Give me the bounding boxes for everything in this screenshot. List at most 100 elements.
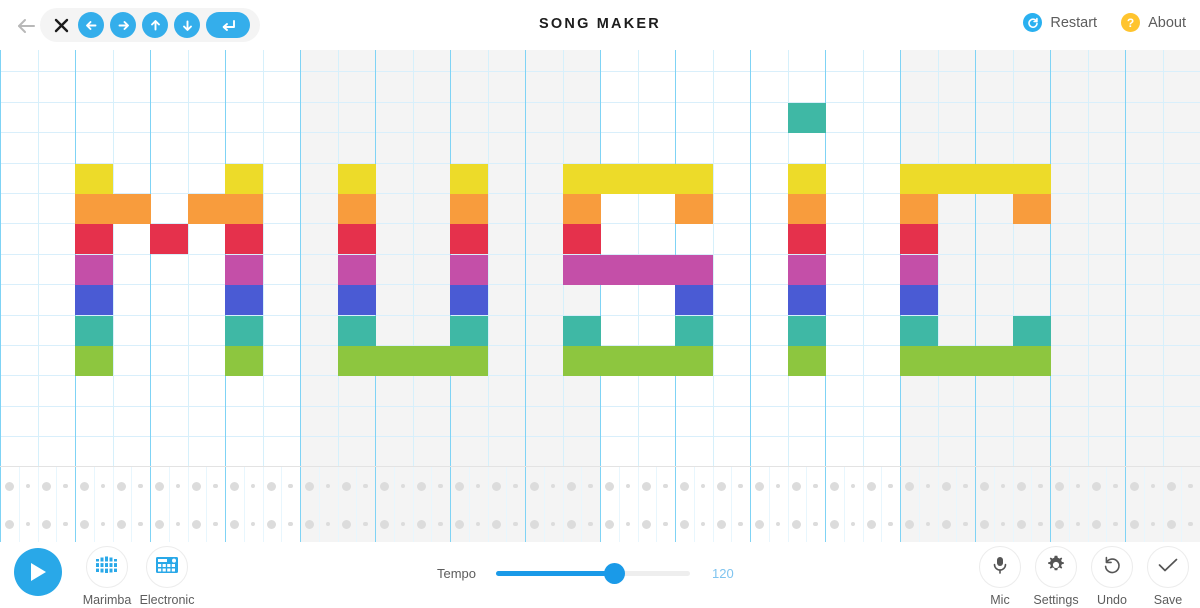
- percussion-cell-dot[interactable]: [513, 483, 518, 489]
- percussion-cell-dot[interactable]: [454, 519, 464, 529]
- percussion-cell-dot[interactable]: [738, 521, 743, 527]
- percussion-cell-dot[interactable]: [363, 521, 368, 527]
- note-cell[interactable]: [450, 285, 488, 315]
- percussion-cell-dot[interactable]: [738, 483, 743, 489]
- note-cell[interactable]: [75, 285, 113, 315]
- note-cell[interactable]: [675, 346, 713, 376]
- percussion-cell-dot[interactable]: [700, 521, 706, 527]
- note-cell[interactable]: [675, 194, 713, 224]
- note-cell[interactable]: [675, 316, 713, 346]
- percussion-cell-dot[interactable]: [438, 483, 443, 489]
- percussion-cell-dot[interactable]: [942, 519, 952, 529]
- note-cell[interactable]: [413, 346, 451, 376]
- percussion-cell-dot[interactable]: [117, 481, 127, 491]
- percussion-cell-dot[interactable]: [79, 519, 89, 529]
- percussion-cell-dot[interactable]: [250, 483, 256, 489]
- note-cell[interactable]: [675, 285, 713, 315]
- percussion-cell-dot[interactable]: [229, 481, 239, 491]
- percussion-cell-dot[interactable]: [604, 519, 614, 529]
- percussion-cell-dot[interactable]: [175, 521, 181, 527]
- note-cell[interactable]: [900, 316, 938, 346]
- percussion-cell-dot[interactable]: [4, 481, 14, 491]
- note-cell[interactable]: [225, 346, 263, 376]
- note-cell[interactable]: [150, 224, 188, 254]
- note-cell[interactable]: [225, 224, 263, 254]
- percussion-cell-dot[interactable]: [1129, 481, 1139, 491]
- percussion-cell-dot[interactable]: [754, 481, 764, 491]
- note-cell[interactable]: [225, 164, 263, 194]
- percussion-cell-dot[interactable]: [213, 521, 218, 527]
- tempo-slider-thumb[interactable]: [603, 563, 625, 584]
- percussion-cell-dot[interactable]: [513, 521, 518, 527]
- percussion-cell-dot[interactable]: [625, 483, 631, 489]
- note-cell[interactable]: [563, 194, 601, 224]
- percussion-cell-dot[interactable]: [1167, 481, 1177, 491]
- percussion-cell-dot[interactable]: [775, 521, 781, 527]
- percussion-cell-dot[interactable]: [192, 481, 202, 491]
- note-cell[interactable]: [1013, 194, 1051, 224]
- note-cell[interactable]: [1013, 316, 1051, 346]
- percussion-cell-dot[interactable]: [342, 481, 352, 491]
- percussion-cell-dot[interactable]: [1017, 519, 1027, 529]
- percussion-cell-dot[interactable]: [1054, 519, 1064, 529]
- note-cell[interactable]: [338, 316, 376, 346]
- percussion-cell-dot[interactable]: [1188, 521, 1193, 527]
- note-cell[interactable]: [1013, 164, 1051, 194]
- percussion-cell-dot[interactable]: [100, 521, 106, 527]
- percussion-cell-dot[interactable]: [154, 519, 164, 529]
- percussion-cell-dot[interactable]: [625, 521, 631, 527]
- percussion-cell-dot[interactable]: [175, 483, 181, 489]
- note-cell[interactable]: [338, 164, 376, 194]
- percussion-cell-dot[interactable]: [663, 483, 668, 489]
- percussion-cell-dot[interactable]: [963, 483, 968, 489]
- percussion-cell-dot[interactable]: [4, 519, 14, 529]
- percussion-cell-dot[interactable]: [417, 519, 427, 529]
- percussion-cell-dot[interactable]: [829, 519, 839, 529]
- percussion-cell-dot[interactable]: [229, 519, 239, 529]
- percussion-cell-dot[interactable]: [63, 483, 68, 489]
- percussion-cell-dot[interactable]: [213, 483, 218, 489]
- percussion-cell-dot[interactable]: [717, 481, 727, 491]
- restart-button[interactable]: Restart: [1023, 13, 1097, 32]
- percussion-cell-dot[interactable]: [267, 481, 277, 491]
- percussion-cell-dot[interactable]: [850, 521, 856, 527]
- percussion-cell-dot[interactable]: [979, 519, 989, 529]
- percussion-cell-dot[interactable]: [304, 519, 314, 529]
- percussion-cell-dot[interactable]: [79, 481, 89, 491]
- percussion-cell-dot[interactable]: [42, 519, 52, 529]
- percussion-cell-dot[interactable]: [679, 519, 689, 529]
- percussion-cell-dot[interactable]: [1092, 481, 1102, 491]
- instrument-marimba[interactable]: Marimba: [83, 546, 131, 607]
- note-cell[interactable]: [788, 255, 826, 285]
- melody-grid[interactable]: [0, 42, 1200, 466]
- percussion-cell-dot[interactable]: [588, 521, 593, 527]
- note-cell[interactable]: [900, 346, 938, 376]
- note-cell[interactable]: [900, 255, 938, 285]
- percussion-cell-dot[interactable]: [288, 483, 293, 489]
- percussion-cell-dot[interactable]: [567, 481, 577, 491]
- note-cell[interactable]: [788, 346, 826, 376]
- note-cell[interactable]: [900, 164, 938, 194]
- percussion-cell-dot[interactable]: [25, 483, 31, 489]
- note-cell[interactable]: [638, 255, 676, 285]
- note-cell[interactable]: [563, 164, 601, 194]
- note-cell[interactable]: [375, 346, 413, 376]
- percussion-cell-dot[interactable]: [979, 481, 989, 491]
- note-cell[interactable]: [788, 224, 826, 254]
- percussion-cell-dot[interactable]: [888, 521, 893, 527]
- percussion-cell-dot[interactable]: [1092, 519, 1102, 529]
- note-cell[interactable]: [675, 164, 713, 194]
- percussion-cell-dot[interactable]: [963, 521, 968, 527]
- percussion-cell-dot[interactable]: [942, 481, 952, 491]
- percussion-cell-dot[interactable]: [700, 483, 706, 489]
- note-cell[interactable]: [75, 255, 113, 285]
- note-cell[interactable]: [75, 194, 113, 224]
- note-cell[interactable]: [225, 194, 263, 224]
- percussion-cell-dot[interactable]: [529, 481, 539, 491]
- percussion-cell-dot[interactable]: [63, 521, 68, 527]
- percussion-cell-dot[interactable]: [267, 519, 277, 529]
- percussion-cell-dot[interactable]: [792, 481, 802, 491]
- percussion-cell-dot[interactable]: [42, 481, 52, 491]
- note-cell[interactable]: [225, 255, 263, 285]
- about-button[interactable]: ? About: [1121, 13, 1186, 32]
